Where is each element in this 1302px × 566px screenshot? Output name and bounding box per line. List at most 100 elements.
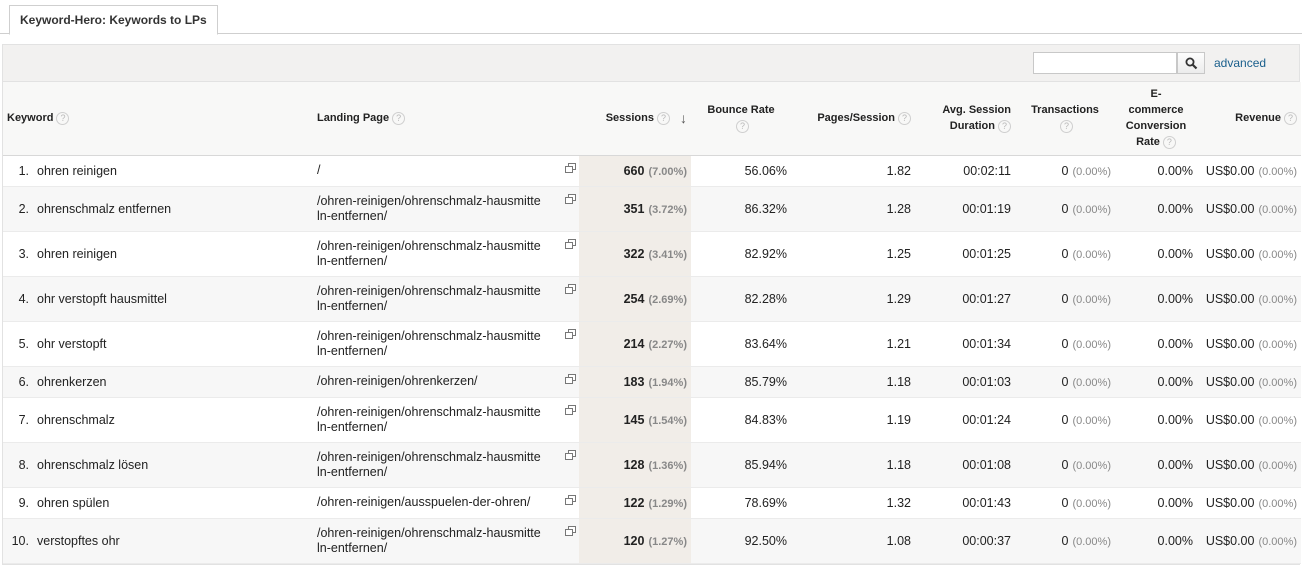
revenue-cell: US$0.00 (0.00%) (1197, 366, 1301, 398)
keyword-link[interactable]: ohrenkerzen (37, 375, 107, 389)
open-link-icon[interactable] (565, 404, 577, 417)
landing-page-cell: /ohren-reinigen/ohrenschmalz-hausmitte ln… (313, 442, 579, 488)
landing-page-link[interactable]: /ohren-reinigen/ohrenschmalz-hausmitte (317, 329, 541, 343)
keyword-link[interactable]: ohren reinigen (37, 164, 117, 178)
keyword-link[interactable]: ohrenschmalz (37, 413, 115, 427)
revenue-cell: US$0.00 (0.00%) (1197, 186, 1301, 232)
landing-page-link[interactable]: /ohren-reinigen/ohrenschmalz-hausmitte (317, 526, 541, 540)
landing-page-link[interactable]: /ohren-reinigen/ohrenschmalz-hausmitte (317, 194, 541, 208)
revenue-percent: (0.00%) (1258, 459, 1297, 472)
col-header-ecommerce-conversion-rate[interactable]: E-commerce Conversion Rate? (1115, 82, 1197, 156)
landing-page-link[interactable]: /ohren-reinigen/ohrenschmalz-hausmitte (317, 239, 541, 253)
keyword-link[interactable]: ohr verstopft (37, 337, 106, 351)
revenue-value: US$0.00 (1205, 291, 1255, 306)
landing-page-link[interactable]: /ohren-reinigen/ohrenschmalz-hausmitte (317, 405, 541, 419)
col-header-revenue[interactable]: Revenue? (1197, 82, 1301, 156)
sort-descending-icon[interactable]: ↓ (680, 110, 687, 126)
transactions-value: 0 (1061, 457, 1069, 472)
keyword-link[interactable]: ohrenschmalz entfernen (37, 202, 171, 216)
open-link-icon[interactable] (565, 374, 577, 386)
tab-keyword-hero[interactable]: Keyword-Hero: Keywords to LPs (9, 5, 218, 35)
open-link-icon[interactable] (565, 449, 577, 462)
avg-duration-cell: 00:01:27 (915, 276, 1015, 322)
landing-page-link[interactable]: /ohren-reinigen/ausspuelen-der-ohren/ (317, 495, 530, 509)
landing-page-link-cont[interactable]: ln-entfernen/ (317, 254, 387, 268)
open-link-icon[interactable] (565, 283, 577, 296)
col-header-avg-session-duration[interactable]: Avg. Session Duration? (915, 82, 1015, 156)
transactions-percent: (0.00%) (1072, 338, 1111, 351)
bounce-rate-cell: 82.28% (691, 276, 791, 322)
avg-duration-cell: 00:00:37 (915, 518, 1015, 564)
sessions-value: 660 (623, 163, 645, 178)
open-link-icon[interactable] (565, 525, 577, 538)
search-button[interactable] (1177, 52, 1205, 74)
row-rank: 4. (18, 291, 29, 306)
sessions-value: 322 (623, 246, 645, 261)
keyword-link[interactable]: ohrenschmalz lösen (37, 458, 148, 472)
keyword-cell: 6. ohrenkerzen (3, 366, 313, 398)
transactions-cell: 0 (0.00%) (1015, 186, 1115, 232)
keyword-cell: 9. ohren spülen (3, 487, 313, 519)
transactions-cell: 0 (0.00%) (1015, 155, 1115, 187)
help-icon[interactable]: ? (56, 111, 70, 125)
search-input[interactable] (1033, 52, 1177, 74)
open-link-icon[interactable] (565, 163, 577, 175)
landing-page-link-cont[interactable]: ln-entfernen/ (317, 541, 387, 555)
col-header-bounce-rate[interactable]: Bounce Rate? (691, 82, 791, 156)
landing-page-link-cont[interactable]: ln-entfernen/ (317, 420, 387, 434)
revenue-percent: (0.00%) (1258, 293, 1297, 306)
row-rank: 10. (11, 533, 29, 548)
open-link-icon[interactable] (565, 193, 577, 206)
avg-duration-cell: 00:01:03 (915, 366, 1015, 398)
col-header-transactions[interactable]: Transactions? (1015, 82, 1115, 156)
open-link-icon[interactable] (565, 328, 577, 341)
landing-page-link[interactable]: / (317, 163, 320, 177)
col-header-landing-page[interactable]: Landing Page? (313, 82, 579, 156)
sessions-value: 351 (623, 201, 645, 216)
sessions-percent: (1.27%) (648, 535, 687, 548)
transactions-cell: 0 (0.00%) (1015, 518, 1115, 564)
help-icon[interactable]: ? (1284, 111, 1297, 125)
help-icon[interactable]: ? (1162, 135, 1176, 149)
keyword-link[interactable]: ohren reinigen (37, 247, 117, 261)
conversion-rate-cell: 0.00% (1115, 518, 1197, 564)
landing-page-link-cont[interactable]: ln-entfernen/ (317, 209, 387, 223)
help-icon[interactable]: ? (736, 119, 749, 133)
landing-page-link[interactable]: /ohren-reinigen/ohrenschmalz-hausmitte (317, 284, 541, 298)
keyword-link[interactable]: ohr verstopft hausmittel (37, 292, 167, 306)
keyword-link[interactable]: verstopftes ohr (37, 534, 120, 548)
keyword-cell: 5. ohr verstopft (3, 321, 313, 367)
col-header-keyword[interactable]: Keyword? (3, 82, 313, 156)
col-header-pages-session[interactable]: Pages/Session? (791, 82, 915, 156)
help-icon[interactable]: ? (1060, 119, 1073, 133)
transactions-value: 0 (1061, 495, 1069, 510)
pages-session-cell: 1.18 (791, 366, 915, 398)
open-link-icon[interactable] (565, 238, 577, 251)
pages-session-cell: 1.08 (791, 518, 915, 564)
landing-page-link[interactable]: /ohren-reinigen/ohrenschmalz-hausmitte (317, 450, 541, 464)
conversion-rate-cell: 0.00% (1115, 442, 1197, 488)
row-rank: 5. (18, 336, 29, 351)
transactions-value: 0 (1061, 246, 1069, 261)
revenue-value: US$0.00 (1205, 412, 1255, 427)
advanced-search-link[interactable]: advanced (1214, 56, 1266, 70)
landing-page-link-cont[interactable]: ln-entfernen/ (317, 299, 387, 313)
landing-page-link-cont[interactable]: ln-entfernen/ (317, 465, 387, 479)
help-icon[interactable]: ? (657, 111, 670, 125)
landing-page-link-cont[interactable]: ln-entfernen/ (317, 344, 387, 358)
keyword-link[interactable]: ohren spülen (37, 496, 109, 510)
conversion-rate-cell: 0.00% (1115, 155, 1197, 187)
table-row: 6. ohrenkerzen/ohren-reinigen/ohrenkerzen… (3, 366, 1301, 398)
help-icon[interactable]: ? (998, 119, 1011, 133)
landing-page-cell: /ohren-reinigen/ohrenschmalz-hausmitte ln… (313, 231, 579, 277)
revenue-cell: US$0.00 (0.00%) (1197, 442, 1301, 488)
help-icon[interactable]: ? (392, 111, 406, 125)
help-icon[interactable]: ? (898, 111, 911, 125)
transactions-cell: 0 (0.00%) (1015, 321, 1115, 367)
landing-page-cell: /ohren-reinigen/ohrenschmalz-hausmitte ln… (313, 518, 579, 564)
landing-page-link[interactable]: /ohren-reinigen/ohrenkerzen/ (317, 374, 478, 388)
sessions-value: 254 (623, 291, 645, 306)
search-icon (1185, 57, 1197, 69)
open-link-icon[interactable] (565, 495, 577, 507)
col-header-sessions[interactable]: Sessions? ↓ (579, 82, 691, 156)
